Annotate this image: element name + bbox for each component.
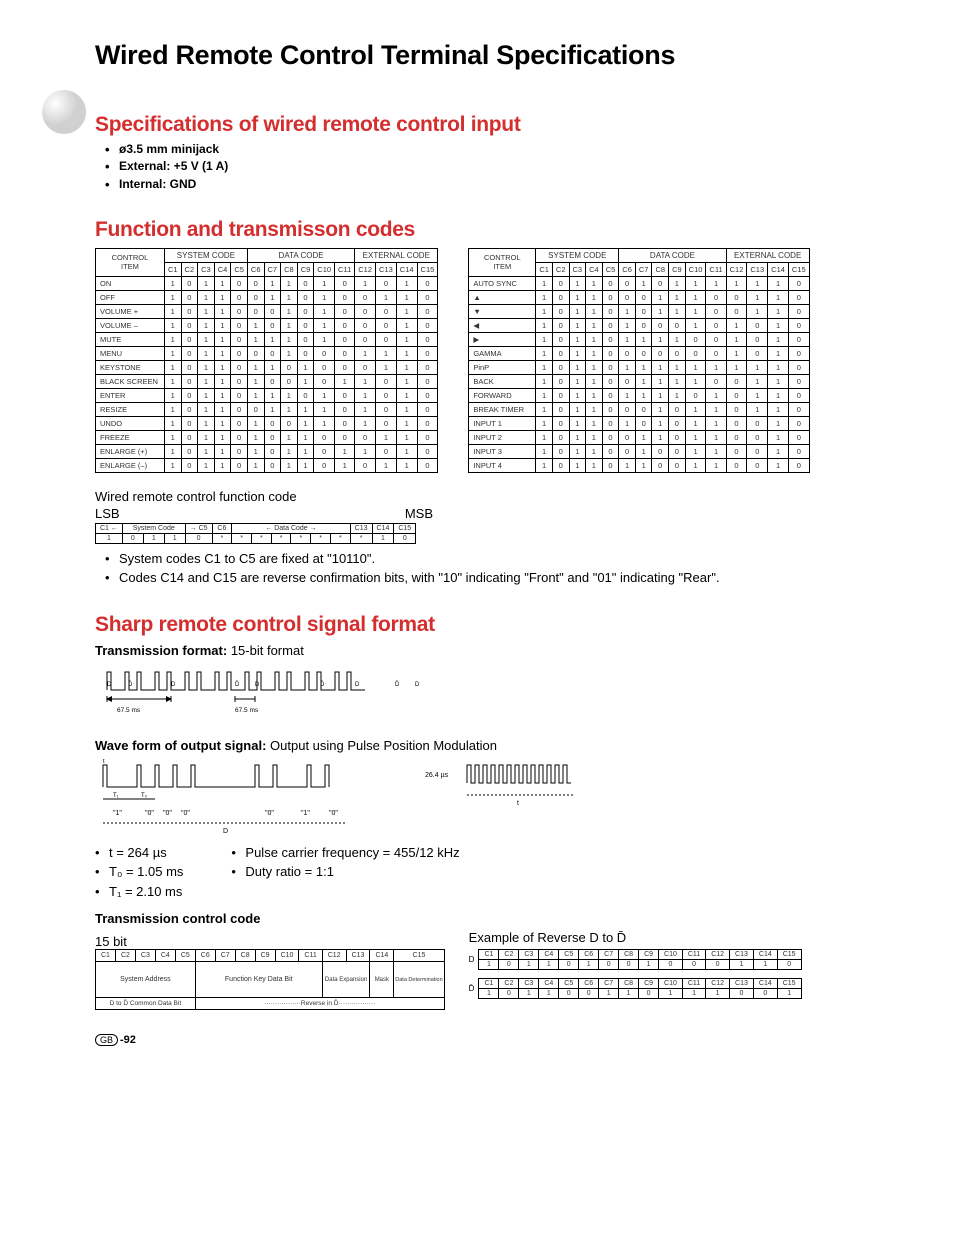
svg-text:D: D: [415, 682, 420, 688]
lsb-label: LSB: [95, 506, 120, 521]
svg-text:"0": "0": [145, 810, 154, 817]
svg-text:26.4 µs: 26.4 µs: [425, 772, 449, 779]
page-title: Wired Remote Control Terminal Specificat…: [95, 40, 904, 71]
spec-item: External: +5 V (1 A): [105, 158, 904, 175]
param: T₁ = 2.10 ms: [95, 882, 183, 902]
code-table-right: CONTROLITEMSYSTEM CODEDATA CODEEXTERNAL …: [468, 248, 809, 473]
page-number: GB-92: [95, 1034, 904, 1046]
svg-text:t: t: [517, 800, 519, 807]
tcc-table: C1C2C3C4C5C6C7C8C9C10C11C12C13C14C15Syst…: [95, 949, 445, 1010]
svg-text:D̄: D̄: [395, 681, 400, 688]
param: T₀ = 1.05 ms: [95, 862, 183, 882]
func-code-mini-table: C1 ←System Code→ C5C6← Data Code →C13C14…: [95, 523, 416, 544]
param: Duty ratio = 1:1: [231, 862, 459, 882]
spec-item: Internal: GND: [105, 176, 904, 193]
svg-text:D: D: [355, 682, 360, 688]
svg-text:D: D: [171, 682, 176, 688]
params-left: t = 264 µs T₀ = 1.05 ms T₁ = 2.10 ms: [95, 843, 183, 902]
svg-text:67.5 ms: 67.5 ms: [235, 707, 259, 714]
func-code-label: Wired remote control function code: [95, 489, 904, 504]
waveform-diagram: t T₁ T₀ "1" "0" "0" "0" "0" "1" "0" D 26.4 µs t: [95, 759, 904, 837]
svg-text:"1": "1": [113, 810, 122, 817]
svg-text:"0": "0": [329, 810, 338, 817]
code-table-left: CONTROLITEMSYSTEM CODEDATA CODEEXTERNAL …: [95, 248, 438, 473]
svg-text:"0": "0": [181, 810, 190, 817]
svg-text:"0": "0": [265, 810, 274, 817]
spec-item: ø3.5 mm minijack: [105, 141, 904, 158]
trans-fmt-value: 15-bit format: [231, 643, 304, 658]
heading-specs: Specifications of wired remote control i…: [95, 113, 904, 137]
note-item: Codes C14 and C15 are reverse confirmati…: [105, 569, 904, 588]
wave-value: Output using Pulse Position Modulation: [270, 738, 497, 753]
transmission-diagram: D D̄ D D̄ D D̄ D D̄ D 67.5 ms 67.5 ms: [95, 664, 904, 732]
svg-text:D̄: D̄: [235, 681, 240, 688]
svg-text:D: D: [255, 682, 260, 688]
trans-fmt-label: Transmission format:: [95, 643, 227, 658]
svg-text:"1": "1": [301, 810, 310, 817]
svg-text:D̄: D̄: [320, 681, 325, 688]
fifteen-bit-label: 15 bit: [95, 934, 445, 949]
svg-text:t: t: [103, 759, 105, 765]
tcc-label: Transmission control code: [95, 911, 904, 926]
svg-text:D: D: [107, 682, 112, 688]
heading-signal: Sharp remote control signal format: [95, 613, 904, 637]
param: Pulse carrier frequency = 455/12 kHz: [231, 843, 459, 863]
example-label: Example of Reverse D to D̄: [469, 930, 802, 945]
svg-text:67.5 ms: 67.5 ms: [117, 707, 141, 714]
wave-label: Wave form of output signal:: [95, 738, 266, 753]
svg-text:T₀: T₀: [141, 793, 148, 799]
params-right: Pulse carrier frequency = 455/12 kHz Dut…: [231, 843, 459, 902]
reverse-example-block: DC1C2C3C4C5C6C7C8C9C10C11C12C13C14C15101…: [469, 949, 802, 999]
param: t = 264 µs: [95, 843, 183, 863]
heading-codes: Function and transmisson codes: [95, 218, 904, 242]
svg-text:D̄: D̄: [128, 681, 133, 688]
svg-text:T₁: T₁: [113, 793, 119, 799]
note-item: System codes C1 to C5 are fixed at "1011…: [105, 550, 904, 569]
msb-label: MSB: [405, 506, 433, 521]
page-decor-circle: [40, 88, 88, 136]
svg-text:"0": "0": [163, 810, 172, 817]
svg-text:D: D: [223, 828, 228, 835]
specs-list: ø3.5 mm minijack External: +5 V (1 A) In…: [105, 141, 904, 193]
